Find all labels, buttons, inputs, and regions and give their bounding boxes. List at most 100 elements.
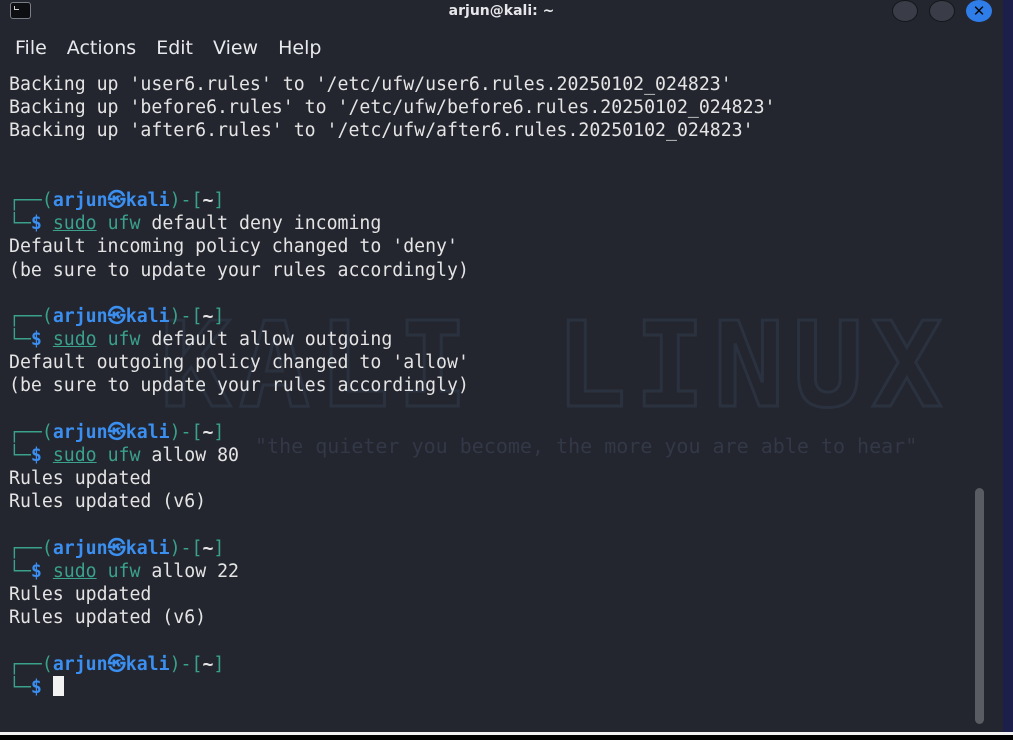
output-line: Backing up 'before6.rules' to '/etc/ufw/… — [9, 96, 979, 119]
prompt-line: ┌──(arjun㉿kali)-[~] — [9, 189, 979, 212]
output-line: Rules updated — [9, 583, 979, 606]
prompt-corner: └─ — [9, 213, 31, 235]
prompt-corner: └─ — [9, 676, 31, 698]
backup-line-text: Backing up 'before6.rules' to '/etc/ufw/… — [9, 97, 776, 119]
command-args: allow 22 — [151, 560, 239, 582]
menu-bar: File Actions Edit View Help — [0, 34, 331, 62]
command-name: ufw — [107, 445, 141, 466]
prompt-dollar: $ — [30, 560, 42, 582]
command-args: default allow outgoing — [151, 329, 393, 351]
prompt-path: ~ — [202, 189, 214, 211]
command-args: allow 80 — [151, 445, 239, 466]
sudo-keyword: sudo — [52, 213, 97, 235]
output-line: Default outgoing policy changed to 'allo… — [9, 351, 979, 374]
terminal-output[interactable]: Backing up 'user6.rules' to '/etc/ufw/us… — [9, 73, 979, 723]
output-line: Rules updated (v6) — [9, 490, 979, 513]
minimize-button[interactable] — [892, 0, 918, 22]
output-line: Backing up 'after6.rules' to '/etc/ufw/a… — [9, 119, 979, 142]
output-line: Default incoming policy changed to 'deny… — [9, 235, 979, 258]
prompt-user: arjun — [52, 189, 108, 211]
prompt-dollar: $ — [30, 676, 42, 698]
menu-edit[interactable]: Edit — [146, 34, 203, 62]
prompt-path: ~ — [202, 653, 214, 675]
prompt-at-symbol: ㉿ — [107, 653, 126, 675]
prompt-host: kali — [125, 189, 170, 211]
backup-line-text: Backing up 'after6.rules' to '/etc/ufw/a… — [9, 120, 754, 142]
text-cursor — [52, 675, 64, 696]
output-line: (be sure to update your rules accordingl… — [9, 374, 979, 397]
prompt-at-symbol: ㉿ — [107, 305, 126, 327]
prompt-line: ┌──(arjun㉿kali)-[~] — [9, 653, 979, 676]
backup-line-text: Backing up 'user6.rules' to '/etc/ufw/us… — [9, 74, 732, 95]
output-text: Rules updated — [9, 584, 152, 606]
prompt-bracket: ] — [213, 189, 225, 211]
output-line: Rules updated (v6) — [9, 606, 979, 629]
prompt-bracket: ] — [213, 305, 225, 327]
command-line: └─$ sudo ufw allow 80 — [9, 444, 979, 467]
maximize-button[interactable] — [929, 0, 955, 22]
prompt-path: ~ — [202, 421, 214, 443]
menu-actions[interactable]: Actions — [57, 34, 146, 62]
prompt-host: kali — [125, 653, 170, 675]
output-text: Rules updated — [9, 468, 152, 490]
title-bar[interactable]: arjun@kali: ~ ✕ — [0, 0, 1003, 26]
output-line: (be sure to update your rules accordingl… — [9, 259, 979, 282]
menu-view[interactable]: View — [203, 34, 268, 62]
prompt-corner: └─ — [9, 445, 31, 466]
sudo-keyword: sudo — [52, 560, 97, 582]
sudo-keyword: sudo — [52, 329, 97, 351]
prompt-user: arjun — [52, 421, 108, 443]
command-line: └─$ — [9, 675, 979, 699]
prompt-corner: └─ — [9, 560, 31, 582]
command-line: └─$ sudo ufw allow 22 — [9, 560, 979, 583]
prompt-host: kali — [125, 305, 170, 327]
command-name: ufw — [107, 560, 141, 582]
close-button[interactable]: ✕ — [966, 0, 992, 22]
desktop-edge — [1003, 0, 1013, 732]
prompt-host: kali — [125, 537, 170, 559]
prompt-bracket: ] — [213, 653, 225, 675]
sudo-keyword: sudo — [52, 445, 97, 466]
prompt-at-symbol: ㉿ — [107, 421, 126, 443]
output-text: Default outgoing policy changed to 'allo… — [9, 352, 469, 374]
output-line: Rules updated — [9, 467, 979, 490]
prompt-line: ┌──(arjun㉿kali)-[~] — [9, 421, 979, 444]
scrollbar[interactable] — [975, 488, 984, 724]
prompt-path: ~ — [202, 305, 214, 327]
terminal-window: arjun@kali: ~ ✕ File Actions Edit View H… — [0, 0, 1004, 732]
output-text: Default incoming policy changed to 'deny… — [9, 236, 458, 258]
command-name: ufw — [107, 329, 141, 351]
prompt-bracket: ┌──( — [9, 189, 53, 211]
prompt-dollar: $ — [30, 213, 42, 235]
close-icon: ✕ — [972, 2, 986, 20]
prompt-at-symbol: ㉿ — [107, 189, 126, 211]
prompt-bracket: ┌──( — [9, 305, 53, 327]
prompt-bracket: ] — [213, 421, 225, 443]
prompt-bracket: ┌──( — [9, 653, 53, 675]
prompt-user: arjun — [52, 305, 108, 327]
menu-help[interactable]: Help — [268, 34, 331, 62]
prompt-line: ┌──(arjun㉿kali)-[~] — [9, 537, 979, 560]
command-name: ufw — [107, 213, 141, 235]
command-line: └─$ sudo ufw default deny incoming — [9, 212, 979, 235]
prompt-bracket: )-[ — [169, 421, 203, 443]
output-text: Rules updated (v6) — [9, 491, 207, 513]
menu-file[interactable]: File — [0, 34, 57, 62]
prompt-bracket: )-[ — [169, 653, 203, 675]
command-line: └─$ sudo ufw default allow outgoing — [9, 328, 979, 351]
prompt-bracket: ┌──( — [9, 537, 53, 559]
prompt-bracket: ] — [213, 537, 225, 559]
prompt-bracket: )-[ — [169, 537, 203, 559]
prompt-corner: └─ — [9, 329, 31, 351]
window-bottom-border — [0, 732, 1013, 735]
prompt-dollar: $ — [30, 445, 42, 466]
window-title: arjun@kali: ~ — [448, 3, 555, 19]
prompt-path: ~ — [202, 537, 214, 559]
output-text: (be sure to update your rules accordingl… — [9, 375, 469, 397]
